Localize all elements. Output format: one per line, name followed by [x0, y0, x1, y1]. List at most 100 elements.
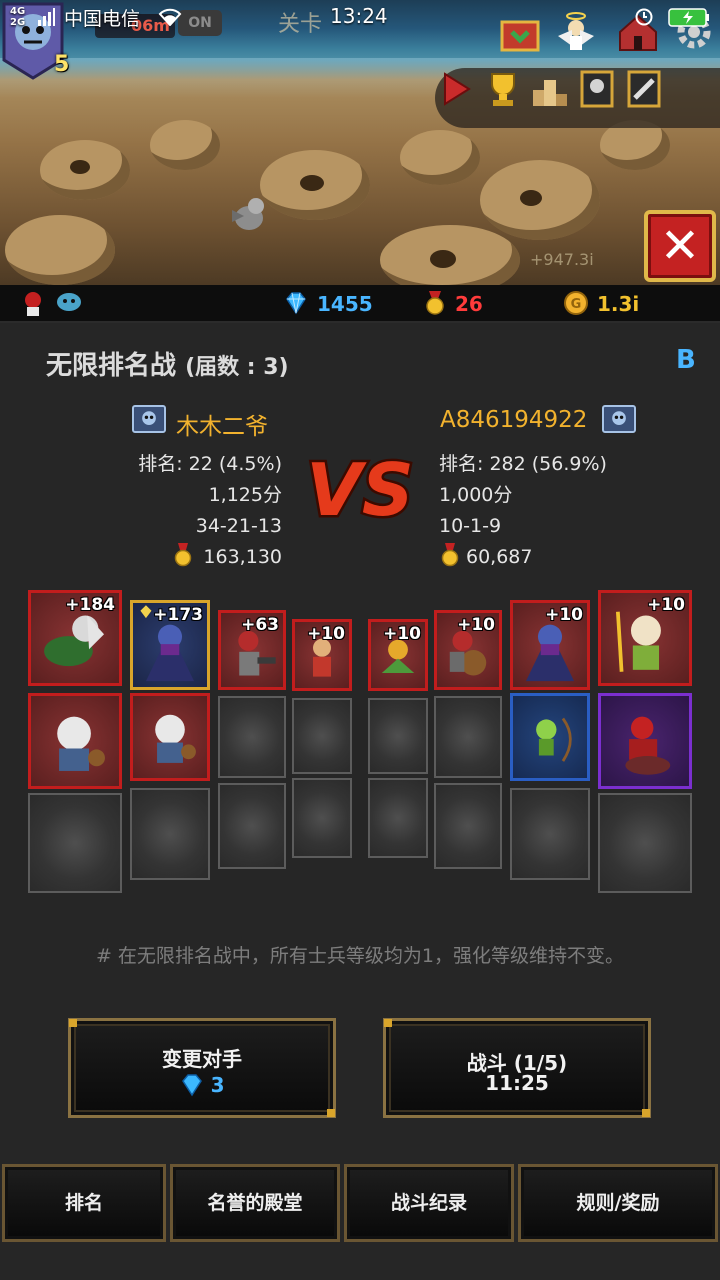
- pet-robot-icon[interactable]: [54, 289, 84, 317]
- left-player-record: 34-21-13: [195, 515, 282, 537]
- battle-button[interactable]: 战斗 (1/5) 11:25: [383, 1018, 651, 1118]
- rock-hole: [520, 190, 542, 206]
- vs-emblem: VS: [304, 446, 417, 534]
- left-unit-slot-empty[interactable]: [28, 793, 122, 893]
- tab-rules-rewards[interactable]: 规则/奖励: [518, 1164, 718, 1242]
- trophy-icon[interactable]: [482, 68, 524, 110]
- ranked-battle-panel: 无限排名战 (届数 : 3) B 木木二爷 排名: 22 (4.5%) 1,12…: [0, 323, 720, 1280]
- podium-icon[interactable]: [529, 68, 571, 110]
- floating-gold-value: +947.3i: [530, 250, 594, 269]
- rule-note: # 在无限排名战中，所有士兵等级均为1，强化等级维持不变。: [95, 945, 625, 967]
- unit-upgrade-level: +63: [241, 615, 279, 635]
- right-player-medals: 60,687: [466, 546, 533, 568]
- left-player-avatar-icon[interactable]: [132, 405, 166, 433]
- carrier-name: 中国电信: [64, 8, 141, 30]
- red-cavalry-icon: [625, 716, 671, 775]
- unit-upgrade-level: +10: [307, 624, 345, 644]
- battery-icon: [668, 8, 709, 27]
- left-unit-slot[interactable]: +10: [292, 619, 352, 691]
- right-unit-slot[interactable]: [510, 693, 590, 781]
- change-opponent-label: 变更对手: [162, 1047, 242, 1071]
- left-unit-slot-empty[interactable]: [292, 778, 352, 858]
- left-unit-slot[interactable]: +184: [28, 590, 122, 686]
- white-beast-warrior-icon: [57, 716, 105, 771]
- tab-battle-log[interactable]: 战斗纪录: [344, 1164, 514, 1242]
- archer-icon: [536, 717, 572, 762]
- quest-scroll-icon[interactable]: [623, 68, 665, 110]
- gem-icon: [286, 292, 306, 315]
- side-menu-strip: [435, 68, 720, 128]
- gold-count: 1.3i: [597, 292, 640, 316]
- gem-icon: [182, 1074, 203, 1097]
- medal-count: 26: [455, 292, 483, 316]
- button-corner: [327, 1109, 335, 1117]
- signal-icon: [38, 8, 55, 26]
- panel-title-text: 无限排名战: [46, 351, 177, 381]
- rock-hole: [430, 250, 456, 268]
- battle-timer: 11:25: [485, 1071, 549, 1095]
- left-unit-slot-empty[interactable]: [292, 698, 352, 774]
- unit-upgrade-level: +10: [457, 615, 495, 635]
- left-unit-slot[interactable]: +173: [130, 600, 210, 690]
- button-corner: [69, 1019, 77, 1027]
- right-unit-slot-empty[interactable]: [434, 696, 502, 778]
- left-unit-slot-empty[interactable]: [130, 788, 210, 880]
- right-player-name: A846194922: [440, 407, 588, 433]
- currency-bar: 1455 26 G 1.3i: [0, 285, 720, 323]
- right-unit-slot[interactable]: +10: [510, 600, 590, 690]
- right-unit-slot[interactable]: +10: [368, 619, 428, 691]
- close-button[interactable]: ✕: [644, 210, 716, 282]
- left-unit-slot[interactable]: [28, 693, 122, 789]
- right-unit-slot[interactable]: [598, 693, 692, 789]
- unit-upgrade-level: +184: [65, 595, 115, 615]
- close-icon: ✕: [659, 218, 701, 274]
- left-unit-slot[interactable]: +63: [218, 610, 286, 690]
- change-opponent-button[interactable]: 变更对手 3: [68, 1018, 336, 1118]
- rock: [400, 130, 480, 185]
- medal-icon: [174, 543, 192, 567]
- left-unit-slot-empty[interactable]: [218, 696, 286, 778]
- gold-coin-icon: G: [564, 291, 588, 315]
- network-type: 4G 2G: [10, 6, 26, 28]
- play-icon[interactable]: [435, 68, 477, 110]
- right-player-record: 10-1-9: [439, 515, 502, 537]
- left-player-medals: 163,130: [203, 546, 282, 568]
- right-unit-slot-empty[interactable]: [510, 788, 590, 880]
- button-corner: [642, 1109, 650, 1117]
- change-opponent-cost: 3: [71, 1073, 333, 1097]
- profile-book-icon[interactable]: [576, 68, 618, 110]
- right-unit-slot-empty[interactable]: [434, 783, 502, 869]
- left-unit-slot-empty[interactable]: [218, 783, 286, 869]
- change-opponent-cost-value: 3: [210, 1073, 225, 1097]
- left-player-name: 木木二爷: [176, 414, 268, 440]
- grade-badge: B: [676, 345, 696, 375]
- button-corner: [384, 1019, 392, 1027]
- right-unit-slot-empty[interactable]: [368, 698, 428, 774]
- left-player-rank: 排名: 22 (4.5%): [138, 453, 282, 475]
- unit-upgrade-level: +10: [545, 605, 583, 625]
- tab-ranking[interactable]: 排名: [2, 1164, 166, 1242]
- unit-upgrade-level: +173: [153, 605, 203, 625]
- tab-hall-of-fame[interactable]: 名誉的殿堂: [170, 1164, 340, 1242]
- hero-sprite: [232, 198, 264, 230]
- clock: 13:24: [330, 4, 388, 28]
- season-label: (届数 : 3): [185, 355, 289, 380]
- medal-icon: [426, 291, 444, 315]
- right-player-avatar-icon[interactable]: [602, 405, 636, 433]
- right-unit-slot[interactable]: +10: [598, 590, 692, 686]
- player-level: 5: [54, 52, 70, 77]
- left-player-score: 1,125分: [208, 484, 282, 506]
- wifi-icon: [158, 8, 182, 26]
- white-beast-warrior-icon: [155, 714, 196, 763]
- rock-hole: [70, 160, 90, 174]
- unit-upgrade-level: +10: [647, 595, 685, 615]
- rock: [150, 120, 220, 170]
- right-unit-slot[interactable]: +10: [434, 610, 502, 690]
- hero-red-icon[interactable]: [20, 289, 46, 317]
- status-bar: 4G 2G 中国电信 13:24: [0, 0, 720, 36]
- right-player-score: 1,000分: [439, 484, 513, 506]
- left-unit-slot[interactable]: [130, 693, 210, 781]
- right-unit-slot-empty[interactable]: [598, 793, 692, 893]
- right-unit-slot-empty[interactable]: [368, 778, 428, 858]
- alarm-icon: [635, 8, 653, 26]
